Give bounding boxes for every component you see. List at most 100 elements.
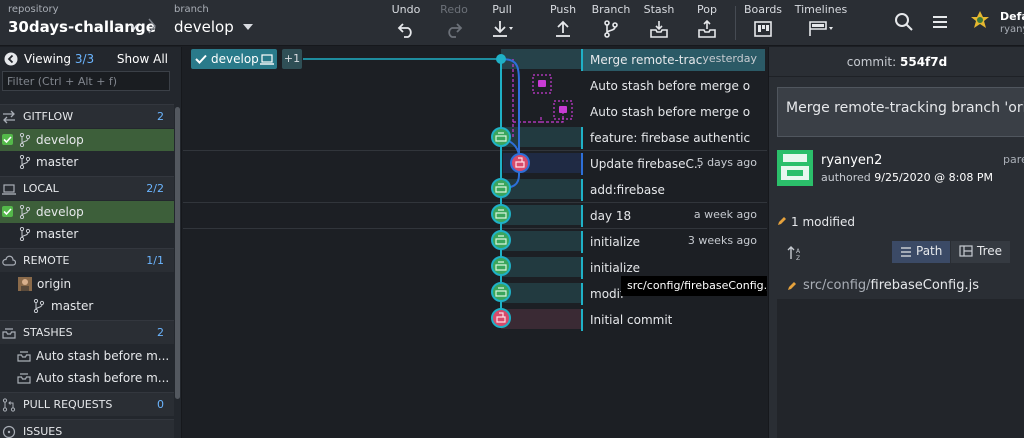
commit-row[interactable]: Auto stash before merge of "... — [581, 75, 765, 97]
gitflow-item-label: develop — [36, 133, 84, 147]
timelines-icon — [809, 21, 833, 36]
commit-row[interactable]: add:firebase — [581, 179, 765, 201]
branch-tag-develop[interactable]: develop — [191, 49, 277, 69]
laptop-icon — [2, 184, 16, 195]
authored-info: authored 9/25/2020 @ 8:08 PM — [821, 171, 993, 184]
commit-message-box[interactable]: Merge remote-tracking branch 'origin — [777, 87, 1024, 137]
path-view-button[interactable]: Path — [892, 241, 951, 263]
issues-section-header[interactable]: ISSUES — [0, 419, 174, 438]
checkmark-icon — [2, 134, 13, 145]
filter-input[interactable] — [2, 71, 170, 91]
stash-item[interactable]: Auto stash before m... — [0, 367, 174, 389]
authored-label: authored — [821, 171, 871, 184]
sort-az-icon[interactable]: AZ — [787, 245, 803, 261]
remote-count: 1/1 — [146, 254, 164, 267]
commit-graph: develop +1 Merge remote-trac... yesterda… — [183, 47, 767, 438]
commit-row[interactable]: Update firebaseC... 5 days ago — [581, 153, 765, 175]
branch-icon — [604, 20, 618, 38]
profile-avatar-icon — [971, 11, 989, 28]
stashes-section-header[interactable]: STASHES 2 — [0, 320, 174, 344]
branch-btn-label: Branch — [591, 3, 631, 16]
branch-button[interactable]: Branch — [585, 3, 637, 43]
tree-view-button[interactable]: Tree — [951, 241, 1011, 263]
hamburger-menu-icon[interactable] — [930, 12, 950, 32]
search-icon[interactable] — [894, 12, 914, 32]
parent-label[interactable]: pare — [1003, 153, 1024, 166]
remote-avatar-icon — [18, 277, 32, 291]
branch-icon — [19, 205, 31, 219]
remote-section-header[interactable]: REMOTE 1/1 — [0, 248, 174, 272]
changed-file-row[interactable]: src/config/firebaseConfig.js — [777, 277, 1024, 297]
stash-tray-icon — [17, 373, 31, 384]
local-item-master[interactable]: master — [0, 223, 174, 245]
local-item-develop[interactable]: develop — [0, 201, 174, 223]
push-button[interactable]: Push — [537, 3, 589, 43]
pull-label: Pull — [492, 3, 512, 16]
remote-origin[interactable]: origin — [0, 273, 174, 295]
author-name[interactable]: ryanyen2 — [821, 153, 882, 168]
commit-row[interactable]: Auto stash before merge of "... — [581, 101, 765, 123]
pencil-icon — [778, 217, 786, 225]
stash-tray-icon — [17, 351, 31, 362]
file-dir: src/config/ — [803, 278, 871, 293]
commit-message: day 18 — [590, 209, 632, 223]
gitflow-item-develop[interactable]: develop — [0, 129, 174, 151]
profile-button[interactable]: Defa ryany — [970, 8, 1024, 40]
path-button-label: Path — [916, 244, 943, 258]
commit-row[interactable]: Merge remote-trac... yesterday — [581, 49, 765, 71]
boards-icon — [754, 21, 772, 37]
viewing-label: Viewing 3/3 — [24, 52, 94, 66]
issues-icon — [2, 425, 16, 438]
commit-detail-panel: commit: 554f7d Merge remote-tracking bra… — [768, 47, 1024, 438]
commit-node-green — [491, 127, 511, 147]
gitflow-section-header[interactable]: GITFLOW 2 — [0, 104, 174, 128]
stash-item-label: Auto stash before m... — [36, 371, 170, 385]
branch-name-button[interactable]: develop — [174, 18, 234, 36]
boards-button[interactable]: Boards — [737, 3, 789, 43]
show-all-button[interactable]: Show All — [117, 52, 168, 66]
commit-row[interactable]: day 18 a week ago — [581, 205, 765, 227]
undo-button[interactable]: Undo — [380, 3, 432, 43]
tree-button-label: Tree — [977, 244, 1003, 258]
list-icon — [901, 247, 911, 257]
laptop-icon — [260, 54, 274, 65]
remote-item-master[interactable]: master — [0, 295, 174, 317]
commit-row[interactable]: feature: firebase authenticati... — [581, 127, 765, 149]
extra-refs-badge[interactable]: +1 — [282, 49, 302, 69]
toolbar: repository 30days-challange branch devel… — [0, 0, 1024, 46]
commit-date: a week ago — [693, 208, 757, 221]
row-marker — [581, 205, 583, 227]
stash-item-label: Auto stash before m... — [36, 349, 170, 363]
viewing-text: Viewing — [24, 52, 72, 66]
file-path: src/config/firebaseConfig.js — [803, 278, 979, 293]
pull-requests-count: 0 — [157, 398, 164, 411]
commit-sha[interactable]: 554f7d — [900, 55, 947, 69]
local-item-label: master — [36, 227, 79, 241]
local-title: LOCAL — [23, 182, 59, 195]
commit-message: initialize — [590, 261, 641, 275]
commit-message: Merge remote-trac... — [590, 53, 702, 67]
row-marker — [581, 309, 583, 331]
author-avatar-icon — [777, 150, 813, 186]
file-path-tooltip: src/config/firebaseConfig.js — [621, 276, 767, 296]
commit-message: modif — [590, 287, 625, 301]
pop-button[interactable]: Pop — [681, 3, 733, 43]
commit-message: feature: firebase authenticati... — [590, 131, 750, 145]
chevron-down-icon[interactable] — [243, 24, 253, 30]
pull-button[interactable]: Pull — [476, 3, 528, 43]
sidebar-scrollbar[interactable] — [175, 107, 180, 399]
commit-row[interactable]: Initial commit — [581, 309, 765, 331]
commit-row[interactable]: initialize 3 weeks ago — [581, 231, 765, 253]
local-item-label: develop — [36, 205, 84, 219]
timelines-button[interactable]: Timelines — [793, 3, 849, 43]
local-section-header[interactable]: LOCAL 2/2 — [0, 176, 174, 200]
chevron-down-icon[interactable] — [130, 20, 138, 34]
stash-item[interactable]: Auto stash before m... — [0, 345, 174, 367]
gitflow-item-master[interactable]: master — [0, 151, 174, 173]
commit-date: 5 days ago — [696, 156, 757, 169]
back-arrow-icon[interactable] — [4, 52, 18, 66]
gitflow-icon — [3, 110, 15, 124]
stash-button[interactable]: Stash — [633, 3, 685, 43]
pull-requests-section-header[interactable]: PULL REQUESTS 0 — [0, 392, 174, 416]
redo-button[interactable]: Redo — [428, 3, 480, 43]
